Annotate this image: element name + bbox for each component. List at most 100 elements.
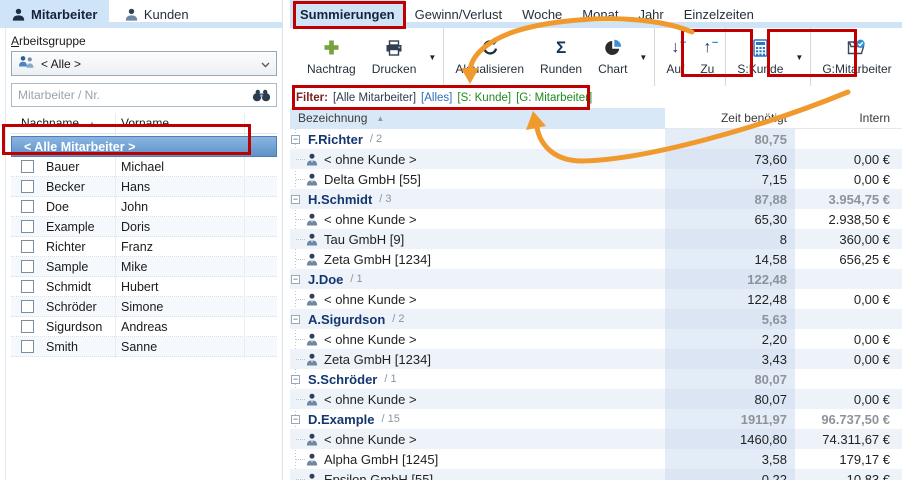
customer-cell: Alpha GmbH [1245] <box>290 452 665 467</box>
zu-button[interactable]: ↑−Zu <box>692 28 722 86</box>
binoculars-icon[interactable] <box>252 89 271 102</box>
tab-einzelzeiten[interactable]: Einzelzeiten <box>674 0 764 28</box>
collapse-icon[interactable]: − <box>291 195 300 204</box>
employee-row[interactable]: BeckerHans <box>11 177 277 197</box>
chart-dropdown-arrow-icon[interactable]: ▼ <box>635 28 651 86</box>
employee-checkbox[interactable] <box>21 300 34 313</box>
employee-row[interactable]: SampleMike <box>11 257 277 277</box>
employee-row[interactable]: SmithSanne <box>11 337 277 357</box>
employee-checkbox[interactable] <box>21 340 34 353</box>
employee-row[interactable]: SigurdsonAndreas <box>11 317 277 337</box>
employee-row[interactable]: SchmidtHubert <box>11 277 277 297</box>
drucken-dropdown-arrow-icon[interactable]: ▼ <box>424 28 440 86</box>
summary-group-row[interactable]: −J.Doe/ 1122,48 <box>290 269 902 289</box>
collapse-icon[interactable]: − <box>291 135 300 144</box>
employee-checkbox[interactable] <box>21 180 34 193</box>
employee-checkbox[interactable] <box>21 240 34 253</box>
aktualisieren-button[interactable]: Aktualisieren <box>447 28 532 86</box>
employee-panel: Mitarbeiter Kunden Arbeitsgruppe < Alle … <box>0 0 283 480</box>
employee-row[interactable]: RichterFranz <box>11 237 277 257</box>
collapse-icon[interactable]: − <box>291 315 300 324</box>
summary-customer-row[interactable]: Epsilon GmbH [55]0,2210,83 € <box>290 469 902 480</box>
collapse-icon[interactable]: − <box>291 375 300 384</box>
person-icon <box>306 213 318 226</box>
summary-customer-row[interactable]: < ohne Kunde >1460,8074.311,67 € <box>290 429 902 449</box>
group-count: / 1 <box>350 273 362 285</box>
tab-gewinn-verlust[interactable]: Gewinn/Verlust <box>405 0 512 28</box>
summary-customer-row[interactable]: < ohne Kunde >122,480,00 € <box>290 289 902 309</box>
summary-customer-row[interactable]: Delta GmbH [55]7,150,00 € <box>290 169 902 189</box>
filter-value: [Alle Mitarbeiter] <box>333 92 416 104</box>
toolbar-button-label: Runden <box>540 62 582 76</box>
column-header-nachname[interactable]: Nachname <box>21 116 79 130</box>
workgroup-select[interactable]: < Alle > <box>11 51 277 76</box>
summary-customer-row[interactable]: Zeta GmbH [1234]14,58656,25 € <box>290 249 902 269</box>
filter-label: Filter: <box>296 92 328 104</box>
summary-customer-row[interactable]: Alpha GmbH [1245]3,58179,17 € <box>290 449 902 469</box>
column-header-zeit[interactable]: Zeit benötigt <box>665 111 795 125</box>
employee-checkbox[interactable] <box>21 320 34 333</box>
summary-group-row[interactable]: −S.Schröder/ 180,07 <box>290 369 902 389</box>
person-icon <box>306 173 318 186</box>
all-employees-row[interactable]: < Alle Mitarbeiter > <box>11 136 277 157</box>
customer-zeit-value: 122,48 <box>665 289 795 309</box>
nachtrag-button[interactable]: Nachtrag <box>299 28 364 86</box>
customer-zeit-value: 73,60 <box>665 149 795 169</box>
employee-row[interactable]: DoeJohn <box>11 197 277 217</box>
summary-panel: SummierungenGewinn/VerlustWocheMonatJahr… <box>290 0 902 480</box>
drucken-button[interactable]: Drucken <box>364 28 425 86</box>
tab-mitarbeiter[interactable]: Mitarbeiter <box>0 0 109 28</box>
tab-monat[interactable]: Monat <box>572 0 628 28</box>
group-cell: −J.Doe/ 1 <box>290 272 665 287</box>
runden-button[interactable]: ΣRunden <box>532 28 590 86</box>
column-header-vorname[interactable]: Vorname <box>115 116 169 130</box>
auf-button[interactable]: ↓+Auf <box>658 28 692 86</box>
pie-icon <box>604 37 622 59</box>
collapse-icon[interactable]: − <box>291 275 300 284</box>
customer-intern-value: 0,00 € <box>795 352 902 367</box>
summary-tabstrip: SummierungenGewinn/VerlustWocheMonatJahr… <box>290 0 902 28</box>
employee-row[interactable]: SchröderSimone <box>11 297 277 317</box>
summary-customer-row[interactable]: < ohne Kunde >65,302.938,50 € <box>290 209 902 229</box>
summary-customer-row[interactable]: < ohne Kunde >2,200,00 € <box>290 329 902 349</box>
group-cell: −D.Example/ 15 <box>290 412 665 427</box>
employee-checkbox[interactable] <box>21 200 34 213</box>
s-kunde-button[interactable]: S:Kunde <box>729 28 791 86</box>
tab-kunden[interactable]: Kunden <box>113 0 201 28</box>
summary-customer-row[interactable]: < ohne Kunde >73,600,00 € <box>290 149 902 169</box>
employee-checkbox[interactable] <box>21 220 34 233</box>
employee-checkbox[interactable] <box>21 280 34 293</box>
summary-customer-row[interactable]: Tau GmbH [9]8360,00 € <box>290 229 902 249</box>
employee-checkbox[interactable] <box>21 260 34 273</box>
tab-jahr[interactable]: Jahr <box>628 0 673 28</box>
employee-checkbox[interactable] <box>21 160 34 173</box>
summary-group-row[interactable]: −D.Example/ 151911,9796.737,50 € <box>290 409 902 429</box>
employee-lastname: Doe <box>46 200 115 214</box>
summary-group-row[interactable]: −A.Sigurdson/ 25,63 <box>290 309 902 329</box>
employee-row[interactable]: ExampleDoris <box>11 217 277 237</box>
employee-row[interactable]: BauerMichael <box>11 157 277 177</box>
employee-search-input[interactable] <box>12 85 252 105</box>
chart-button[interactable]: Chart <box>590 28 635 86</box>
employee-firstname: Doris <box>115 220 150 234</box>
customer-cell: Tau GmbH [9] <box>290 232 665 247</box>
summary-customer-row[interactable]: Zeta GmbH [1234]3,430,00 € <box>290 349 902 369</box>
filter-value: [S: Kunde] <box>457 92 511 104</box>
employee-rows: BauerMichaelBeckerHansDoeJohnExampleDori… <box>11 157 277 357</box>
column-header-intern[interactable]: Intern <box>795 111 902 125</box>
employee-search <box>11 83 277 107</box>
summary-customer-row[interactable]: < ohne Kunde >80,070,00 € <box>290 389 902 409</box>
chevron-down-icon[interactable] <box>261 57 270 71</box>
summary-group-row[interactable]: −F.Richter/ 280,75 <box>290 129 902 149</box>
summary-table-header: Bezeichnung ▲ Zeit benötigt Intern <box>290 108 902 129</box>
tab-woche[interactable]: Woche <box>512 0 572 28</box>
g-mitarbeiter-button[interactable]: G:Mitarbeiter <box>814 28 899 86</box>
customer-zeit-value: 8 <box>665 229 795 249</box>
collapse-icon[interactable]: − <box>291 415 300 424</box>
customer-cell: Epsilon GmbH [55] <box>290 472 665 480</box>
customer-cell: < ohne Kunde > <box>290 392 665 407</box>
column-header-bezeichnung[interactable]: Bezeichnung ▲ <box>290 108 665 129</box>
s-kunde-dropdown-arrow-icon[interactable]: ▼ <box>791 28 807 86</box>
tab-summierungen[interactable]: Summierungen <box>290 0 405 28</box>
summary-group-row[interactable]: −H.Schmidt/ 387,883.954,75 € <box>290 189 902 209</box>
